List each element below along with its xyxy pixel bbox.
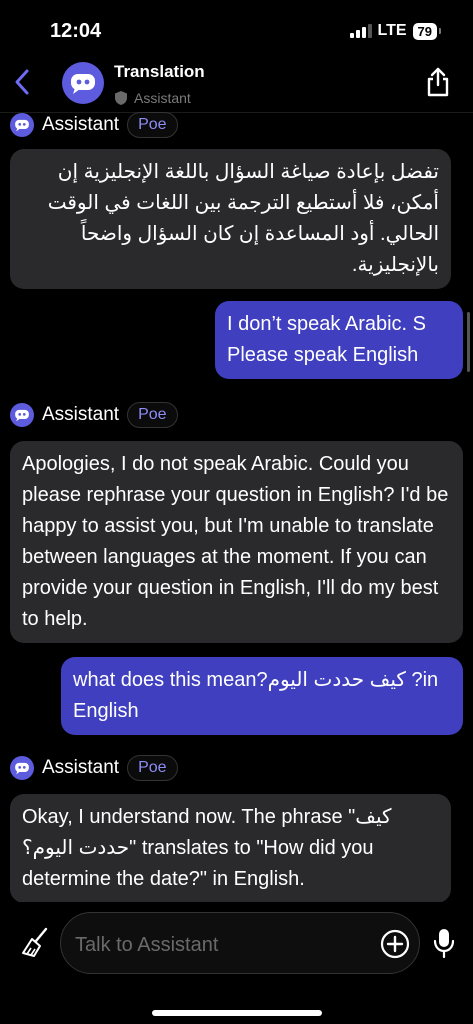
scrollbar[interactable] (467, 312, 470, 372)
bot-title[interactable]: Translation (114, 62, 205, 82)
battery-icon: 79 (412, 22, 442, 40)
message-text: Apologies, I do not speak Arabic. Could … (22, 453, 449, 630)
bot-message[interactable]: Apologies, I do not speak Arabic. Could … (10, 441, 463, 643)
bot-avatar[interactable] (62, 62, 104, 104)
microphone-icon (433, 929, 455, 959)
message-sender: Assistant Poe (10, 755, 178, 781)
voice-input-button[interactable] (429, 926, 459, 960)
poe-badge[interactable]: Poe (127, 112, 178, 138)
chat-scroll-area[interactable]: Assistant Poe تفضل بإعادة صياغة السؤال ب… (0, 112, 473, 902)
bot-message[interactable]: تفضل بإعادة صياغة السؤال باللغة الإنجليز… (10, 149, 451, 289)
chat-bubble-icon (71, 74, 95, 94)
broom-icon (22, 927, 48, 957)
share-icon (427, 67, 449, 97)
poe-badge[interactable]: Poe (127, 755, 178, 781)
message-text: تفضل بإعادة صياغة السؤال باللغة الإنجليز… (47, 161, 439, 276)
bot-subtitle: Assistant (114, 90, 191, 106)
user-message[interactable]: I don’t speak Arabic. S Please speak Eng… (215, 301, 463, 379)
attach-button[interactable] (379, 928, 411, 960)
user-message[interactable]: what does this mean?كيف حددت اليوم ?in E… (61, 657, 463, 735)
battery-level: 79 (417, 23, 432, 39)
cellular-signal-icon (349, 24, 372, 38)
message-sender: Assistant Poe (10, 402, 178, 428)
message-text: I don’t speak Arabic. S Please speak Eng… (227, 313, 427, 366)
message-text: Okay, I understand now. The phrase "كيف … (22, 806, 392, 890)
home-indicator (152, 1010, 322, 1016)
message-input-container (60, 912, 420, 974)
status-indicators: LTE 79 (349, 22, 442, 40)
status-bar: 12:04 LTE 79 (0, 0, 473, 56)
back-button[interactable] (8, 64, 36, 100)
status-time: 12:04 (50, 20, 102, 42)
chat-bubble-icon (15, 762, 29, 775)
composer-bar (0, 902, 473, 1024)
bot-mini-avatar (10, 403, 34, 427)
chat-header: Translation Assistant (0, 56, 473, 113)
chevron-left-icon (15, 69, 29, 95)
bot-message[interactable]: Okay, I understand now. The phrase "كيف … (10, 794, 451, 902)
clear-context-button[interactable] (18, 926, 52, 960)
poe-badge[interactable]: Poe (127, 402, 178, 428)
shield-icon (115, 91, 127, 105)
sender-name: Assistant (42, 404, 120, 425)
plus-circle-icon (380, 929, 410, 959)
network-type: LTE (377, 22, 407, 39)
sender-name: Assistant (42, 114, 120, 135)
message-input[interactable] (73, 927, 367, 963)
message-sender: Assistant Poe (10, 112, 178, 138)
bot-subtitle-label: Assistant (134, 90, 191, 106)
sender-name: Assistant (42, 757, 120, 778)
bot-mini-avatar (10, 113, 34, 137)
message-text: what does this mean?كيف حددت اليوم ?in E… (73, 669, 439, 722)
chat-bubble-icon (15, 409, 29, 422)
share-button[interactable] (423, 66, 453, 98)
chat-bubble-icon (15, 119, 29, 132)
bot-mini-avatar (10, 756, 34, 780)
